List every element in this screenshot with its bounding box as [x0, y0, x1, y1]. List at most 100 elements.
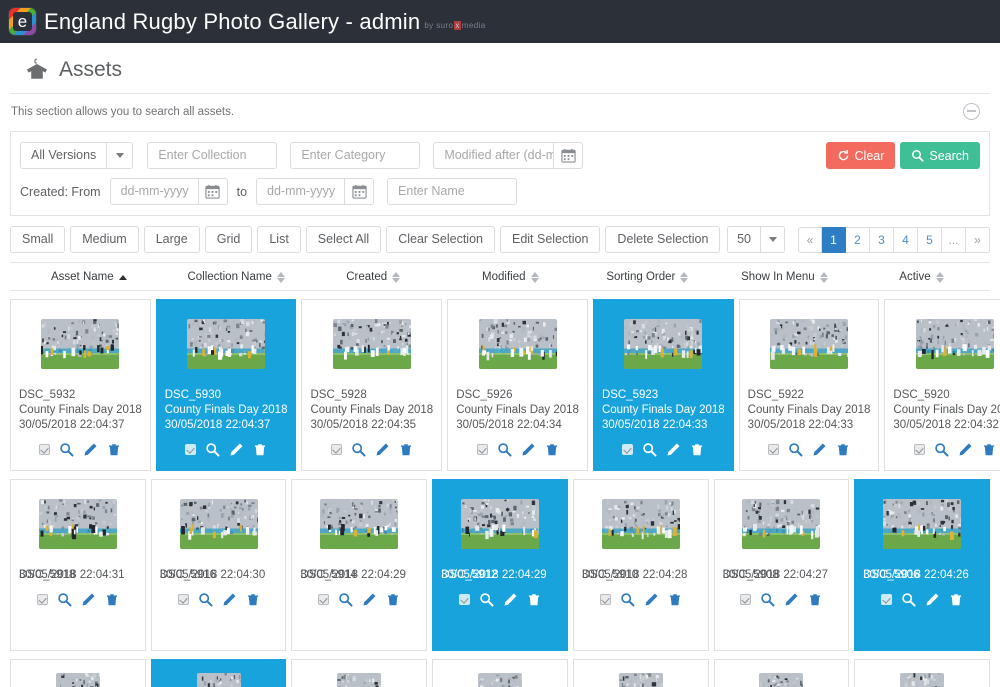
checkbox-checked-icon[interactable]: [768, 444, 780, 455]
checkbox-checked-icon[interactable]: [185, 444, 197, 455]
trash-icon[interactable]: [545, 442, 559, 457]
asset-card[interactable]: DSC_5908 30/05/2018 22:04:27: [713, 479, 850, 651]
card-thumbnail[interactable]: [477, 670, 522, 687]
pagination-page-2[interactable]: 2: [846, 226, 870, 253]
column-header-show-in-menu[interactable]: Show In Menu: [716, 271, 853, 283]
asset-card[interactable]: [572, 659, 709, 687]
asset-card[interactable]: DSC_5916 30/05/2018 22:04:30: [150, 479, 287, 651]
pencil-icon[interactable]: [81, 592, 96, 607]
pagination-page-4[interactable]: 4: [894, 226, 918, 253]
modified-after-input[interactable]: Modified after (dd-mm-yyyy): [433, 142, 554, 169]
checkbox-checked-icon[interactable]: [330, 444, 342, 455]
card-thumbnail[interactable]: [38, 490, 117, 558]
caret-down-icon[interactable]: [106, 143, 133, 168]
pagination-page-»[interactable]: »: [966, 226, 990, 253]
collection-input[interactable]: Enter Collection: [147, 142, 278, 169]
checkbox-checked-icon[interactable]: [458, 594, 470, 605]
trash-icon[interactable]: [386, 592, 400, 607]
card-thumbnail[interactable]: [900, 670, 945, 687]
trash-icon[interactable]: [668, 592, 682, 607]
card-thumbnail[interactable]: [478, 310, 557, 378]
magnifier-icon[interactable]: [479, 592, 494, 607]
pencil-icon[interactable]: [229, 442, 244, 457]
checkbox-checked-icon[interactable]: [36, 594, 48, 605]
calendar-icon[interactable]: [344, 178, 375, 205]
card-thumbnail[interactable]: [332, 310, 411, 378]
card-thumbnail[interactable]: [883, 490, 962, 558]
pencil-icon[interactable]: [925, 592, 940, 607]
column-header-collection-name[interactable]: Collection Name: [168, 271, 305, 283]
pencil-icon[interactable]: [503, 592, 518, 607]
magnifier-icon[interactable]: [59, 442, 74, 457]
checkbox-checked-icon[interactable]: [740, 594, 752, 605]
column-header-sorting-order[interactable]: Sorting Order: [579, 271, 716, 283]
card-thumbnail[interactable]: [624, 310, 703, 378]
trash-icon[interactable]: [253, 442, 267, 457]
card-thumbnail[interactable]: [460, 490, 539, 558]
checkbox-checked-icon[interactable]: [318, 594, 330, 605]
pencil-icon[interactable]: [375, 442, 390, 457]
pencil-icon[interactable]: [666, 442, 681, 457]
column-header-created[interactable]: Created: [305, 271, 442, 283]
card-thumbnail[interactable]: [759, 670, 804, 687]
trash-icon[interactable]: [246, 592, 260, 607]
asset-card[interactable]: [432, 659, 568, 687]
caret-down-icon[interactable]: [760, 227, 784, 252]
magnifier-icon[interactable]: [620, 592, 635, 607]
toolbar-button-clear-selection[interactable]: Clear Selection: [386, 226, 495, 253]
checkbox-checked-icon[interactable]: [476, 444, 488, 455]
toolbar-button-list[interactable]: List: [257, 226, 301, 253]
pencil-icon[interactable]: [958, 442, 973, 457]
pencil-icon[interactable]: [812, 442, 827, 457]
card-thumbnail[interactable]: [41, 310, 120, 378]
pagination-page-3[interactable]: 3: [870, 226, 894, 253]
checkbox-checked-icon[interactable]: [622, 444, 634, 455]
trash-icon[interactable]: [690, 442, 704, 457]
magnifier-icon[interactable]: [338, 592, 353, 607]
asset-card[interactable]: [150, 659, 287, 687]
asset-card[interactable]: DSC_5920 County Finals Day 2018 30/05/20…: [884, 299, 1000, 471]
search-button[interactable]: Search: [900, 142, 980, 169]
created-from-input[interactable]: dd-mm-yyyy: [109, 178, 198, 205]
card-thumbnail[interactable]: [601, 490, 680, 558]
card-thumbnail[interactable]: [770, 310, 849, 378]
circle-minus-icon[interactable]: [963, 103, 980, 120]
asset-card[interactable]: [854, 659, 990, 687]
asset-card[interactable]: DSC_5932 County Finals Day 2018 30/05/20…: [10, 299, 151, 471]
created-to-input[interactable]: dd-mm-yyyy: [256, 178, 345, 205]
toolbar-button-small[interactable]: Small: [10, 226, 66, 253]
magnifier-icon[interactable]: [205, 442, 220, 457]
magnifier-icon[interactable]: [198, 592, 213, 607]
asset-card[interactable]: DSC_5928 County Finals Day 2018 30/05/20…: [301, 299, 443, 471]
name-input[interactable]: Enter Name: [387, 178, 518, 205]
calendar-icon[interactable]: [553, 142, 584, 169]
asset-card[interactable]: DSC_5914 30/05/2018 22:04:29: [291, 479, 428, 651]
column-header-asset-name[interactable]: Asset Name: [10, 271, 168, 283]
asset-card[interactable]: DSC_5918 30/05/2018 22:04:31: [10, 479, 146, 651]
card-thumbnail[interactable]: [915, 310, 994, 378]
category-input[interactable]: Enter Category: [290, 142, 421, 169]
pagination-page-5[interactable]: 5: [918, 226, 942, 253]
column-header-active[interactable]: Active: [853, 271, 990, 283]
page-size-select[interactable]: 50: [727, 226, 785, 253]
trash-icon[interactable]: [399, 442, 413, 457]
trash-icon[interactable]: [836, 442, 850, 457]
version-select[interactable]: All Versions: [20, 142, 134, 169]
trash-icon[interactable]: [808, 592, 822, 607]
trash-icon[interactable]: [105, 592, 119, 607]
toolbar-button-delete-selection[interactable]: Delete Selection: [605, 226, 721, 253]
asset-card[interactable]: DSC_5926 County Finals Day 2018 30/05/20…: [447, 299, 588, 471]
checkbox-checked-icon[interactable]: [177, 594, 189, 605]
asset-card[interactable]: DSC_5930 County Finals Day 2018 30/05/20…: [155, 299, 297, 471]
magnifier-icon[interactable]: [934, 442, 949, 457]
pencil-icon[interactable]: [644, 592, 659, 607]
magnifier-icon[interactable]: [901, 592, 916, 607]
asset-card[interactable]: DSC_5923 County Finals Day 2018 30/05/20…: [592, 299, 734, 471]
pencil-icon[interactable]: [83, 442, 98, 457]
trash-icon[interactable]: [982, 442, 996, 457]
magnifier-icon[interactable]: [57, 592, 72, 607]
card-thumbnail[interactable]: [55, 670, 100, 687]
toolbar-button-grid[interactable]: Grid: [204, 226, 253, 253]
calendar-icon[interactable]: [197, 178, 228, 205]
pencil-icon[interactable]: [362, 592, 377, 607]
